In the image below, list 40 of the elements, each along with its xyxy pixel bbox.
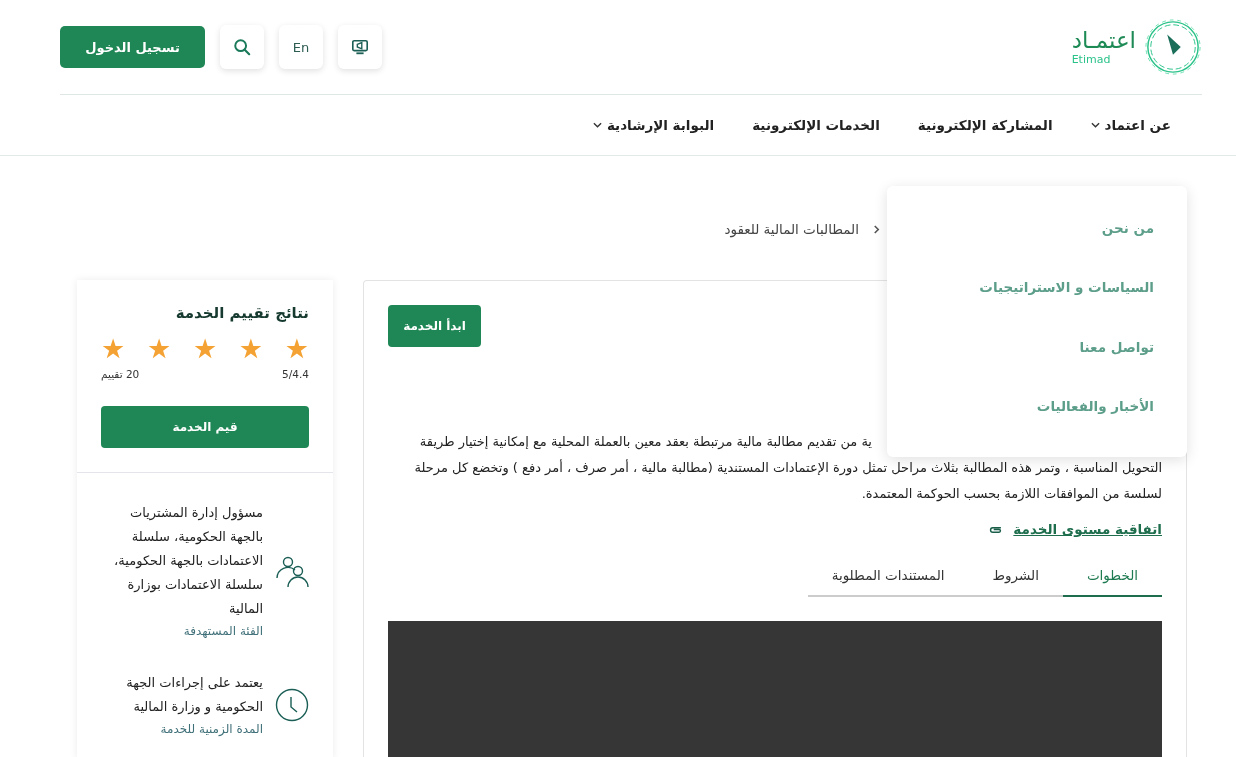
info-label: الفئة المستهدفة [182, 622, 263, 640]
star-icon: ★ [101, 334, 126, 364]
login-button[interactable]: تسجيل الدخول [60, 26, 205, 68]
sla-link[interactable]: اتفاقية مستوى الخدمة [1013, 521, 1162, 537]
rating-title: نتائج تقييم الخدمة [174, 304, 309, 322]
search-icon [233, 38, 251, 56]
tab[interactable]: الشروط [968, 555, 1063, 597]
tab[interactable]: الخطوات [1062, 555, 1162, 597]
chevron-down-icon [1090, 122, 1100, 128]
rating-count: 20 تقييم [101, 367, 140, 380]
logo-subtitle: Etimad [1071, 53, 1111, 67]
star-icon: ★ [238, 334, 264, 364]
monitor-megaphone-icon [351, 38, 369, 56]
menu-item[interactable]: من نحن [887, 220, 1187, 280]
menu-item[interactable]: تواصل معنا [887, 338, 1187, 398]
menu-item[interactable]: السياسات و الاستراتيجيات [887, 279, 1187, 339]
rating-score: 5/4.4 [282, 367, 309, 380]
nav-link[interactable]: المشاركة الإلكترونية [917, 117, 1053, 133]
search-button[interactable] [220, 25, 264, 69]
info-value: يعتمد على إجراءات الجهة الحكومية و وزارة المالية [125, 673, 263, 717]
chevron-down-icon [592, 122, 602, 128]
nav-link[interactable]: عن اعتماد [1104, 117, 1171, 133]
nav-link[interactable]: الخدمات الإلكترونية [752, 117, 880, 133]
logo-wordmark: اعتمـاد [1071, 27, 1136, 54]
rate-service-button[interactable]: قيم الخدمة [101, 405, 309, 448]
logo-icon [1144, 18, 1202, 76]
star-icon: ★ [192, 334, 218, 364]
info-label: المدة الزمنية للخدمة [159, 720, 263, 738]
nav-link[interactable]: البوابة الإرشادية [606, 117, 715, 133]
clock-icon [275, 687, 309, 722]
star-icon: ★ [146, 334, 172, 364]
tab[interactable]: المستندات المطلوبة [807, 555, 969, 597]
breadcrumb-link[interactable]: المطالبات المالية للعقود [724, 221, 859, 237]
start-service-button[interactable]: ابدأ الخدمة [388, 305, 481, 347]
paperclip-icon [988, 524, 1004, 534]
star-icon: ★ [284, 334, 309, 364]
display-button[interactable] [338, 25, 382, 69]
language-button[interactable]: En [279, 25, 323, 69]
chevron-icon [873, 224, 880, 234]
info-value: مسؤول إدارة المشتريات بالجهة الحكومية، سلسلة الاعتمادات بالجهة الحكومية، سلسلة الاعتمادات بوزارة المالية [113, 503, 263, 618]
